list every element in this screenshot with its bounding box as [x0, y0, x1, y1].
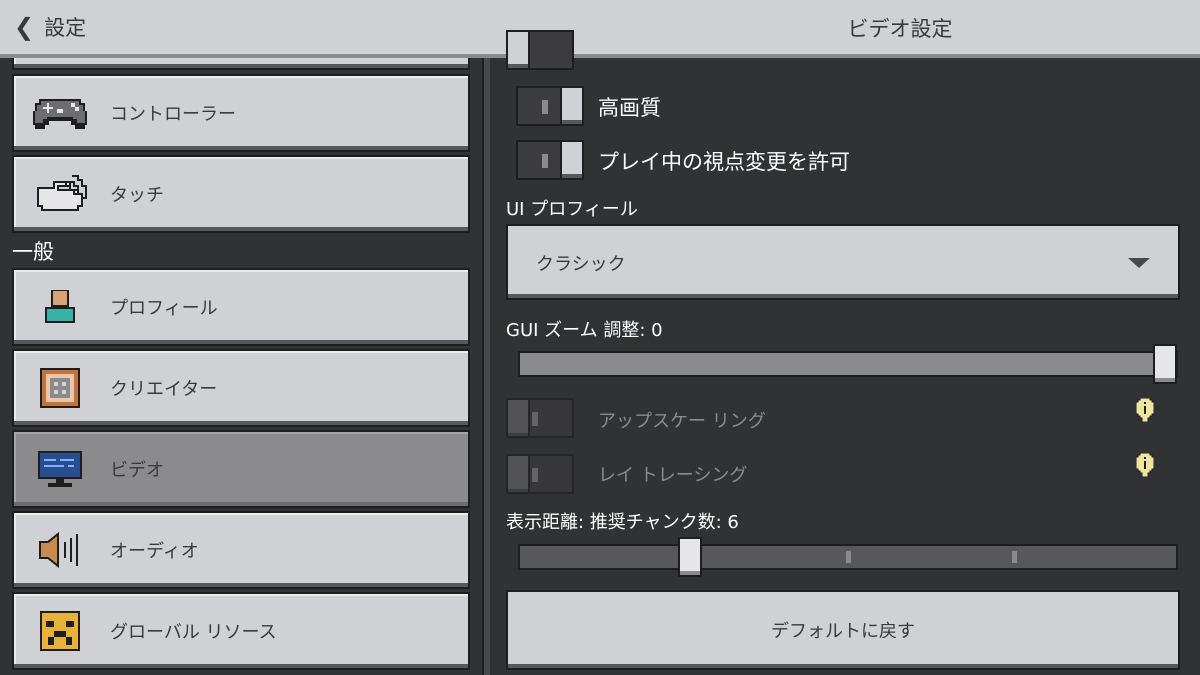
gui-zoom-slider[interactable]: [518, 344, 1178, 384]
info-icon[interactable]: [1135, 397, 1155, 423]
sidebar-item-creator[interactable]: クリエイター: [12, 349, 470, 427]
high-quality-label: 高画質: [598, 96, 661, 120]
chevron-left-icon: ❮: [14, 13, 35, 41]
back-label: 設定: [44, 16, 87, 40]
allow-view-change-label: プレイ中の視点変更を許可: [598, 150, 850, 174]
allow-view-change-toggle[interactable]: [516, 140, 584, 180]
sidebar-item-partial[interactable]: [12, 58, 470, 70]
dropdown-arrow-icon: [1128, 258, 1150, 268]
section-header-general: 一般: [12, 240, 54, 264]
sidebar-item-label: コントローラー: [110, 104, 236, 125]
slider-tick: [846, 551, 851, 563]
ui-profile-dropdown[interactable]: クラシック: [506, 224, 1180, 300]
profile-icon: [30, 283, 90, 331]
ui-profile-label: UI プロフィール: [506, 199, 638, 220]
gui-zoom-label: GUI ズーム 調整: 0: [506, 320, 663, 341]
ray-tracing-label: レイ トレーシング: [598, 465, 748, 486]
gui-zoom-slider-thumb[interactable]: [1153, 344, 1177, 384]
monitor-icon: [30, 445, 90, 493]
header-bar: ❮ 設定 ビデオ設定: [0, 0, 1200, 58]
render-distance-slider[interactable]: [518, 537, 1178, 577]
high-quality-toggle[interactable]: [516, 86, 584, 126]
sidebar-item-controller[interactable]: コントローラー: [12, 74, 470, 152]
reset-defaults-button[interactable]: デフォルトに戻す: [506, 590, 1180, 670]
creator-icon: [30, 364, 90, 412]
speaker-icon: [30, 526, 90, 574]
sidebar-item-label: ビデオ: [110, 460, 164, 481]
sidebar[interactable]: コントローラー タッチ 一般 プロフィール クリエイター ビデオ オーディオ グ…: [0, 58, 482, 675]
sidebar-item-label: グローバル リソース: [110, 622, 277, 643]
partial-toggle[interactable]: [506, 30, 574, 70]
page-title: ビデオ設定: [847, 17, 953, 41]
sidebar-item-label: クリエイター: [110, 379, 218, 400]
sidebar-item-profile[interactable]: プロフィール: [12, 268, 470, 346]
global-resources-icon: [30, 607, 90, 655]
sidebar-item-label: プロフィール: [110, 298, 218, 319]
gamepad-icon: [30, 89, 90, 137]
slider-tick: [1012, 551, 1017, 563]
video-settings-panel: 高画質 プレイ中の視点変更を許可 UI プロフィール クラシック GUI ズーム…: [490, 30, 1200, 675]
sidebar-scrollbar[interactable]: [482, 58, 490, 675]
info-icon[interactable]: [1135, 452, 1155, 478]
sidebar-item-global-resources[interactable]: グローバル リソース: [12, 592, 470, 670]
sidebar-item-touch[interactable]: タッチ: [12, 155, 470, 233]
ray-tracing-toggle[interactable]: [506, 454, 574, 494]
upscaling-toggle[interactable]: [506, 398, 574, 438]
render-distance-slider-thumb[interactable]: [678, 537, 702, 577]
touch-hand-icon: [30, 170, 90, 218]
sidebar-item-video[interactable]: ビデオ: [12, 430, 470, 508]
render-distance-label: 表示距離: 推奨チャンク数: 6: [506, 512, 739, 533]
upscaling-label: アップスケー リング: [598, 411, 766, 432]
back-button[interactable]: ❮ 設定: [14, 10, 86, 44]
ui-profile-value: クラシック: [536, 254, 626, 275]
sidebar-item-audio[interactable]: オーディオ: [12, 511, 470, 589]
sidebar-item-label: タッチ: [110, 185, 164, 206]
sidebar-item-label: オーディオ: [110, 541, 199, 562]
